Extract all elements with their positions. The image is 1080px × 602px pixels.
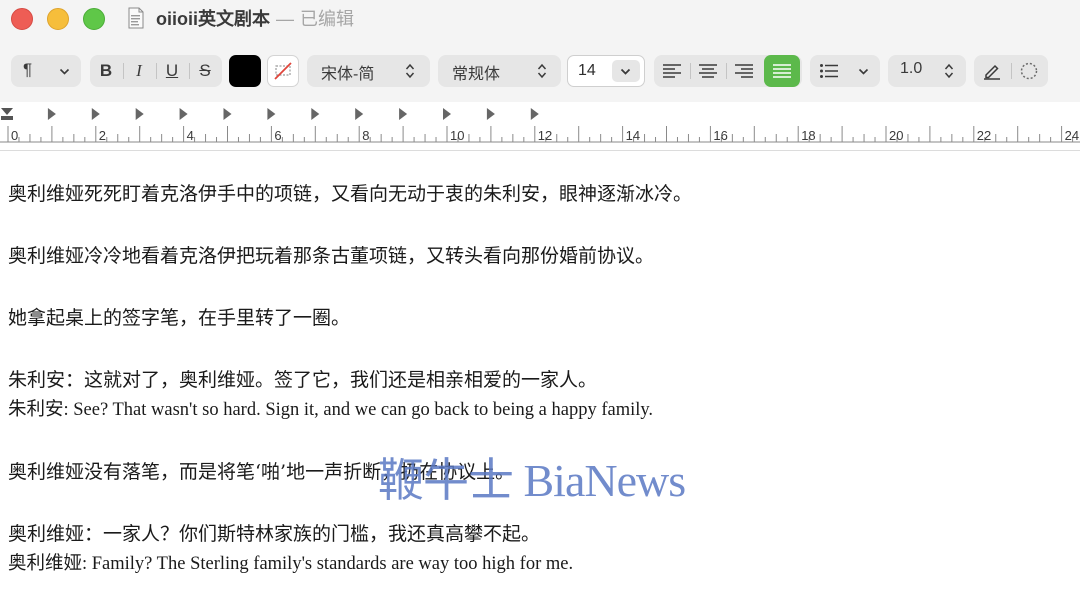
- chevron-down-icon: [858, 68, 869, 75]
- align-center-icon: [699, 64, 717, 78]
- align-right-icon: [735, 64, 753, 78]
- line-spacing-value: 1.0: [900, 60, 923, 77]
- tab-stop-marker: [179, 108, 188, 120]
- text-color-swatch[interactable]: [229, 55, 261, 87]
- paragraph-style-popup[interactable]: ¶: [11, 55, 81, 87]
- document-body[interactable]: 奥利维娅死死盯着克洛伊手中的项链，又看向无动于衷的朱利安，眼神逐渐冰冷。 奥利维…: [8, 150, 1078, 602]
- tab-stop-marker: [223, 108, 232, 120]
- align-left-icon: [663, 64, 681, 78]
- bold-button[interactable]: B: [90, 55, 122, 87]
- divider: [726, 63, 727, 79]
- document-status: 已编辑: [300, 9, 354, 29]
- up-down-chevron-icon: [944, 63, 954, 79]
- title-separator: —: [276, 9, 294, 29]
- list-style-popup[interactable]: [810, 55, 880, 87]
- font-size-dropdown-button[interactable]: [612, 60, 640, 82]
- tab-stop-marker: [530, 108, 539, 120]
- strikethrough-button[interactable]: S: [189, 55, 221, 87]
- document-name: oiioii英文剧本: [156, 9, 270, 29]
- align-justify-icon: [773, 64, 791, 78]
- highlight-button[interactable]: [976, 55, 1008, 87]
- zoom-window-button[interactable]: [83, 8, 105, 30]
- ruler-label: 4: [186, 128, 194, 143]
- no-background-color-icon: [274, 62, 292, 80]
- tab-stop-marker: [399, 108, 408, 120]
- divider: [1011, 63, 1012, 79]
- tab-stop-marker: [135, 108, 144, 120]
- paragraph: 朱利安：这就对了，奥利维娅。签了它，我们还是相亲相爱的一家人。: [8, 369, 598, 391]
- tab-stop-marker: [443, 108, 451, 120]
- justify-button[interactable]: [764, 55, 800, 87]
- minimize-window-button[interactable]: [47, 8, 69, 30]
- bullet-list-icon: [820, 64, 838, 78]
- font-size-value: 14: [578, 62, 596, 79]
- up-down-chevron-icon: [405, 63, 415, 79]
- line-spacing-popup[interactable]: 1.0: [888, 55, 966, 87]
- ruler-label: 10: [450, 128, 465, 143]
- ruler-label: 12: [537, 128, 553, 143]
- watermark: 鞭牛士 BiaNews: [378, 455, 686, 506]
- paragraph-style-icon: ¶: [23, 60, 33, 79]
- tab-stop-marker: [47, 108, 56, 120]
- paragraph: 她拿起桌上的签字笔，在手里转了一圈。: [8, 307, 351, 329]
- pen-icon: [984, 64, 1000, 80]
- markup-group: [974, 55, 1048, 87]
- paragraph: 奥利维娅冷冷地看着克洛伊把玩着那条古董项链，又转头看向那份婚前协议。: [8, 245, 655, 267]
- chevron-down-icon: [59, 68, 70, 75]
- align-left-button[interactable]: [656, 55, 688, 87]
- font-style-value: 常规体: [452, 66, 501, 83]
- ruler-label: 0: [11, 128, 19, 143]
- chevron-down-icon: [620, 68, 631, 75]
- shape-button[interactable]: [1013, 55, 1045, 87]
- ruler-label: 24: [1064, 128, 1080, 143]
- title-bar: oiioii英文剧本 — 已编辑: [0, 0, 1080, 40]
- font-family-value: 宋体-简: [321, 66, 375, 83]
- ruler-label: 6: [274, 128, 282, 143]
- font-style-popup[interactable]: 常规体: [438, 55, 561, 87]
- ruler-label: 22: [976, 128, 992, 143]
- document-icon: [128, 7, 144, 29]
- first-line-indent-marker: [1, 108, 13, 115]
- ruler-label: 8: [362, 128, 370, 143]
- align-center-button[interactable]: [692, 55, 724, 87]
- tab-stop-marker: [355, 108, 364, 120]
- dotted-circle-icon: [1020, 62, 1038, 80]
- left-indent-marker: [1, 116, 13, 120]
- italic-button[interactable]: I: [123, 55, 155, 87]
- paragraph: 奥利维娅：一家人？你们斯特林家族的门槛，我还真高攀不起。: [8, 523, 541, 545]
- alignment-group: [654, 55, 802, 87]
- paragraph: 奥利维娅: Family? The Sterling family's stan…: [8, 554, 574, 574]
- close-window-button[interactable]: [11, 8, 33, 30]
- ruler-label: 14: [625, 128, 641, 143]
- paragraph: 朱利安: See? That wasn't so hard. Sign it, …: [8, 400, 654, 420]
- underline-button[interactable]: U: [156, 55, 188, 87]
- window-title: oiioii英文剧本 — 已编辑: [156, 8, 354, 30]
- text-style-group: B I U S: [90, 55, 222, 87]
- format-toolbar: ¶ B I U S 宋体-简 常规体 14 1.0: [0, 40, 1080, 102]
- align-right-button[interactable]: [728, 55, 760, 87]
- ruler-label: 2: [98, 128, 107, 143]
- clear-style-button[interactable]: [267, 55, 299, 87]
- ruler-label: 20: [889, 128, 904, 143]
- font-size-combo[interactable]: 14: [567, 55, 645, 87]
- tab-stop-marker: [311, 108, 320, 120]
- ruler-label: 16: [713, 128, 728, 143]
- tab-stop-marker: [267, 108, 276, 120]
- paragraph: 奥利维娅死死盯着克洛伊手中的项链，又看向无动于衷的朱利安，眼神逐渐冰冷。: [8, 183, 693, 205]
- tab-stop-marker: [91, 108, 100, 120]
- ruler-label: 18: [801, 128, 816, 143]
- font-family-popup[interactable]: 宋体-简: [307, 55, 430, 87]
- divider: [690, 63, 691, 79]
- up-down-chevron-icon: [537, 63, 547, 79]
- tab-stop-marker: [486, 108, 495, 120]
